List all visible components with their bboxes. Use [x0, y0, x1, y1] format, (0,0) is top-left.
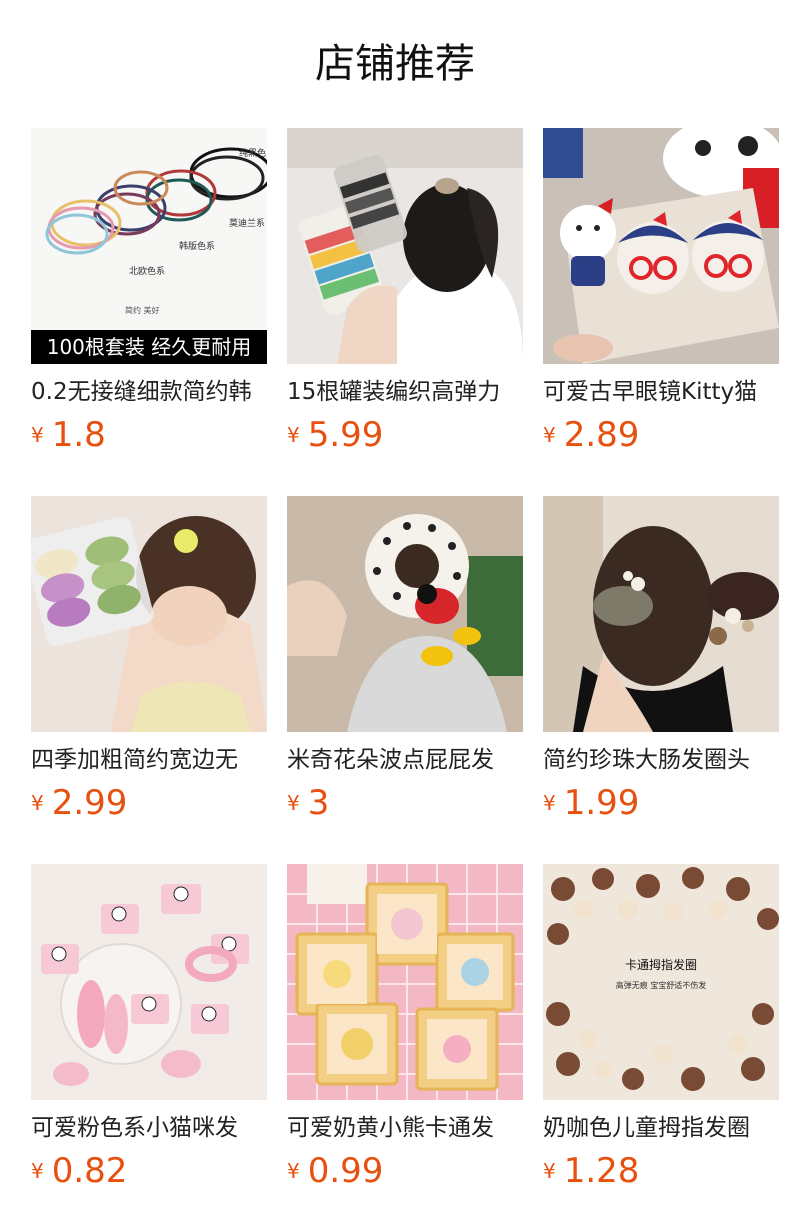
- image-label: 莫迪兰系: [229, 217, 265, 229]
- product-price: ¥2.99: [31, 783, 127, 827]
- price-value: 1.28: [563, 1151, 640, 1191]
- product-price: ¥2.89: [543, 415, 639, 459]
- image-label: 北欧色系: [129, 265, 165, 277]
- image-label: 韩版色系: [179, 240, 215, 252]
- price-value: 1.8: [51, 415, 106, 455]
- product-price: ¥3: [287, 783, 329, 827]
- product-badge: 100根套装 经久更耐用: [31, 330, 267, 364]
- product-price: ¥0.99: [287, 1151, 383, 1195]
- product-price: ¥1.28: [543, 1151, 639, 1195]
- product-image[interactable]: [543, 128, 779, 364]
- product-image[interactable]: [287, 128, 523, 364]
- product-title[interactable]: 四季加粗简约宽边无: [31, 742, 267, 778]
- image-label: 简约 美好: [125, 305, 160, 315]
- product-title[interactable]: 米奇花朵波点屁屁发: [287, 742, 523, 778]
- currency-symbol: ¥: [31, 1159, 44, 1183]
- price-value: 2.99: [51, 783, 128, 823]
- product-price: ¥1.99: [543, 783, 639, 827]
- product-price: ¥1.8: [31, 415, 106, 459]
- currency-symbol: ¥: [287, 791, 300, 815]
- product-title[interactable]: 15根罐装编织高弹力: [287, 374, 523, 410]
- product-image[interactable]: [31, 496, 267, 732]
- currency-symbol: ¥: [31, 791, 44, 815]
- product-price: ¥0.82: [31, 1151, 127, 1195]
- product-title[interactable]: 奶咖色儿童拇指发圈: [543, 1110, 779, 1146]
- price-value: 0.82: [51, 1151, 128, 1191]
- image-label: 高弹无痕 宝宝舒适不伤发: [616, 980, 707, 990]
- image-label: 卡通拇指发圈: [625, 957, 697, 972]
- currency-symbol: ¥: [287, 423, 300, 447]
- product-title[interactable]: 简约珍珠大肠发圈头: [543, 742, 779, 778]
- product-title[interactable]: 可爱粉色系小猫咪发: [31, 1110, 267, 1146]
- product-title[interactable]: 可爱奶黄小熊卡通发: [287, 1110, 523, 1146]
- product-image[interactable]: [543, 496, 779, 732]
- product-image[interactable]: [287, 496, 523, 732]
- product-title[interactable]: 0.2无接缝细款简约韩: [31, 374, 267, 410]
- currency-symbol: ¥: [287, 1159, 300, 1183]
- product-image[interactable]: 卡通拇指发圈 高弹无痕 宝宝舒适不伤发: [543, 864, 779, 1100]
- currency-symbol: ¥: [31, 423, 44, 447]
- product-image[interactable]: [31, 864, 267, 1100]
- product-price: ¥5.99: [287, 415, 383, 459]
- price-value: 2.89: [563, 415, 640, 455]
- product-image[interactable]: [287, 864, 523, 1100]
- page-title: 店铺推荐: [315, 41, 475, 87]
- product-title[interactable]: 可爱古早眼镜Kitty猫: [543, 374, 779, 410]
- price-value: 0.99: [307, 1151, 384, 1191]
- price-value: 3: [307, 783, 330, 823]
- currency-symbol: ¥: [543, 791, 556, 815]
- image-label: 纯黑色: [239, 147, 266, 159]
- product-image[interactable]: 纯黑色 莫迪兰系 韩版色系 北欧色系 简约 美好 100根套装 经久更耐用: [31, 128, 267, 364]
- price-value: 5.99: [307, 415, 384, 455]
- currency-symbol: ¥: [543, 1159, 556, 1183]
- price-value: 1.99: [563, 783, 640, 823]
- currency-symbol: ¥: [543, 423, 556, 447]
